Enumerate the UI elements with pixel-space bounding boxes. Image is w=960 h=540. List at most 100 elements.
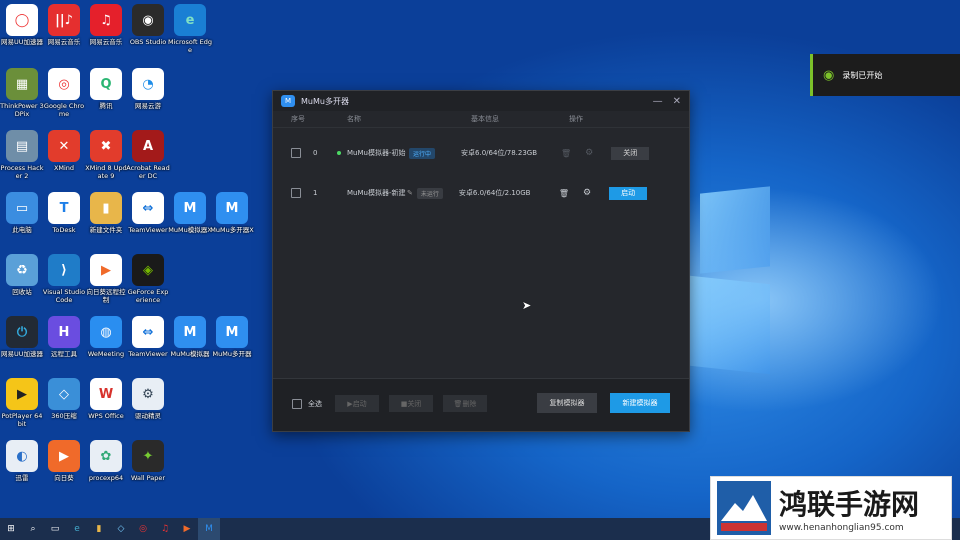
desktop-icon[interactable]: M MuMu多开器 [210, 316, 254, 358]
app-icon: ✖ [90, 130, 122, 162]
app-icon: ▮ [90, 192, 122, 224]
app-icon: ◍ [90, 316, 122, 348]
desktop-icon[interactable]: A Acrobat Reader DC [126, 130, 170, 180]
desktop-icon[interactable]: ⇔ TeamViewer [126, 192, 170, 234]
desktop-icon[interactable]: M MuMu模拟器 [168, 316, 212, 358]
start-emulator-button[interactable]: 启动 [609, 186, 648, 200]
desktop-icon[interactable]: ▭ 此电脑 [0, 192, 44, 234]
desktop-icon[interactable]: ◍ WeMeeting [84, 316, 128, 358]
desktop-icon-label: WPS Office [88, 412, 124, 420]
explorer-taskbar-icon[interactable]: ▮ [88, 518, 110, 540]
desktop-icon-label: 向日葵 [54, 474, 74, 482]
row-name: MuMu模拟器-新建 [347, 189, 406, 197]
copy-emulator-button[interactable]: 复制模拟器 [537, 393, 597, 413]
desktop-icon[interactable]: ✕ XMind [42, 130, 86, 172]
desktop-icon[interactable]: ◇ 360压缩 [42, 378, 86, 420]
record-icon: ◉ [823, 67, 835, 83]
desktop-icon[interactable]: ◉ OBS Studio [126, 4, 170, 46]
desktop-icon[interactable]: ◈ GeForce Experience [126, 254, 170, 304]
desktop-icon[interactable]: ▶ PotPlayer 64 bit [0, 378, 44, 428]
batch-close-button[interactable]: ■ 关闭 [389, 395, 433, 412]
app-icon: ◇ [48, 378, 80, 410]
desktop-icon[interactable]: ⇔ TeamViewer [126, 316, 170, 358]
minimize-icon[interactable]: — [653, 96, 663, 107]
desktop-icon-label: Wall Paper [130, 474, 166, 482]
sunlogin-taskbar-icon[interactable]: ▶ [176, 518, 198, 540]
desktop-icon[interactable]: T ToDesk [42, 192, 86, 234]
app-icon: T [48, 192, 80, 224]
rename-pencil-icon[interactable]: ✎ [407, 189, 413, 197]
desktop-icon[interactable]: ◎ Google Chrome [42, 68, 86, 118]
wallpaper-logo-pane [700, 186, 770, 274]
gear-icon: ⚙ [585, 148, 594, 158]
desktop-icon[interactable]: ▶ 向日葵 [42, 440, 86, 482]
desktop-icon[interactable]: ▶ 向日葵远程控制 [84, 254, 128, 304]
desktop-icon[interactable]: ✖ XMind 8 Update 9 [84, 130, 128, 180]
desktop-icon[interactable]: ▮ 新建文件夹 [84, 192, 128, 234]
desktop-icon[interactable]: ◐ 迅雷 [0, 440, 44, 482]
search-icon[interactable]: ⌕ [22, 518, 44, 540]
app-icon: H [48, 316, 80, 348]
desktop-icon-label: ToDesk [52, 226, 76, 234]
batch-start-button[interactable]: ▶ 启动 [335, 395, 379, 412]
desktop-icon-label: MuMu模拟器 [170, 350, 210, 358]
app-icon: ◉ [132, 4, 164, 36]
desktop-icon[interactable]: ||♪ 网易云音乐 [42, 4, 86, 46]
desktop-icon[interactable]: M MuMu模拟器X [168, 192, 212, 234]
row-checkbox[interactable] [291, 148, 301, 158]
app-icon: ✕ [48, 130, 80, 162]
desktop-icon-label: ThinkPower 3DPix [0, 102, 44, 118]
desktop-icon-label: Microsoft Edge [168, 38, 213, 54]
desktop-icon[interactable]: ▤ Process Hacker 2 [0, 130, 44, 180]
table-row: 1 MuMu模拟器-新建 ✎ 未运行 安卓6.0/64位/2.10GB 🗑 ⚙ … [273, 182, 689, 204]
desktop-icon-label: 回收站 [12, 288, 32, 296]
title-bar[interactable]: M MuMu多开器 — ✕ [273, 91, 689, 111]
toast-text: 录制已开始 [842, 70, 883, 80]
batch-delete-button[interactable]: 🗑 删除 [443, 395, 487, 412]
desktop-icon-label: Process Hacker 2 [0, 164, 44, 180]
app-icon: ▦ [6, 68, 38, 100]
app-icon: W [90, 378, 122, 410]
desktop-icon[interactable]: Q 腾讯 [84, 68, 128, 110]
close-icon[interactable]: ✕ [673, 96, 681, 107]
app-icon: ▶ [48, 440, 80, 472]
delete-icon: 🗑 [561, 148, 572, 158]
new-emulator-button[interactable]: 新建模拟器 [610, 393, 670, 413]
desktop-icon[interactable]: ▦ ThinkPower 3DPix [0, 68, 44, 118]
netease-music-taskbar-icon[interactable]: ♫ [154, 518, 176, 540]
chrome-taskbar-icon[interactable]: ◎ [132, 518, 154, 540]
desktop-icon[interactable]: ⚙ 驱动精灵 [126, 378, 170, 420]
store-taskbar-icon[interactable]: ◇ [110, 518, 132, 540]
desktop-icon-label: MuMu多开器X [210, 226, 254, 234]
task-view-icon[interactable]: ▭ [44, 518, 66, 540]
desktop-icon[interactable]: ◔ 网易云游 [126, 68, 170, 110]
gear-icon[interactable]: ⚙ [583, 188, 591, 198]
desktop-icon[interactable]: ♫ 网易云音乐 [84, 4, 128, 46]
desktop-icon[interactable]: ♻ 回收站 [0, 254, 44, 296]
desktop-icon[interactable]: W WPS Office [84, 378, 128, 420]
desktop-icon[interactable]: M MuMu多开器X [210, 192, 254, 234]
desktop-icon-label: 向日葵远程控制 [86, 288, 126, 304]
close-emulator-button[interactable]: 关闭 [611, 146, 650, 160]
app-icon: ⇔ [132, 192, 164, 224]
row-index: 1 [313, 189, 318, 197]
select-all-checkbox[interactable] [292, 399, 302, 409]
desktop-icon[interactable]: ◯ 网易UU加速器 [0, 4, 44, 46]
delete-icon[interactable]: 🗑 [559, 189, 569, 198]
mouse-cursor-icon: ➤ [522, 299, 532, 312]
mumu-taskbar-icon[interactable]: M [198, 518, 220, 540]
app-icon: ⇔ [132, 316, 164, 348]
desktop-icon[interactable]: ✦ Wall Paper [126, 440, 170, 482]
edge-taskbar-icon[interactable]: e [66, 518, 88, 540]
desktop-icon[interactable]: ⟩ Visual Studio Code [42, 254, 86, 304]
start-button-icon[interactable]: ⊞ [0, 518, 22, 540]
row-name: MuMu模拟器-初始 [347, 149, 406, 157]
desktop-icon[interactable]: ⏻ 网易UU加速器 [0, 316, 44, 358]
row-checkbox[interactable] [291, 188, 301, 198]
desktop-icon-label: 360压缩 [51, 412, 77, 420]
desktop-icon[interactable]: H 远程工具 [42, 316, 86, 358]
desktop-icon[interactable]: ✿ procexp64 [84, 440, 128, 482]
app-icon: ◈ [132, 254, 164, 286]
app-icon: ⏻ [6, 316, 38, 348]
desktop-icon[interactable]: e Microsoft Edge [168, 4, 212, 54]
